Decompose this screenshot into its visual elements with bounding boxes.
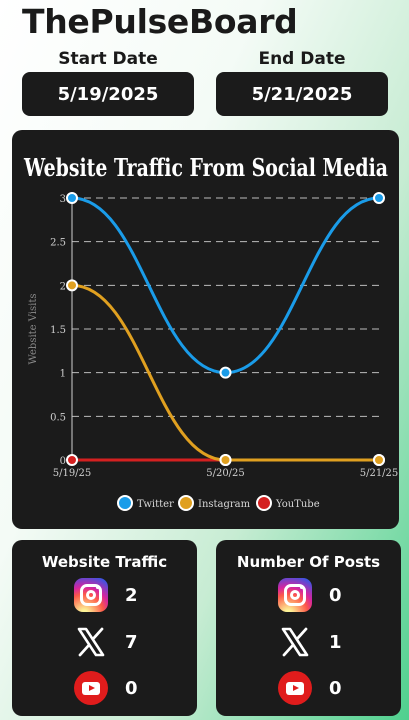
data-point-twitter: [66, 192, 78, 204]
legend-label-instagram: Instagram: [198, 499, 251, 510]
website-traffic-card: Website Traffic 2 7 0: [12, 540, 197, 716]
traffic-row-youtube: 0: [73, 670, 138, 706]
end-date-label: End Date: [258, 49, 346, 69]
posts-row-instagram: 0: [277, 577, 342, 613]
youtube-icon: [73, 670, 109, 706]
y-tick-label: 1.5: [50, 325, 66, 336]
start-date-group: Start Date 5/19/2025: [22, 48, 194, 116]
y-tick-label: 0: [60, 456, 66, 467]
traffic-chart-card: Website Traffic From Social Media 0 0.5 1 1.…: [12, 130, 399, 529]
data-point-youtube: [66, 454, 78, 466]
instagram-icon: [73, 577, 109, 613]
start-date-label: Start Date: [58, 49, 158, 69]
youtube-icon: [277, 670, 313, 706]
traffic-row-instagram: 2: [73, 577, 138, 613]
legend-marker-instagram: [178, 495, 194, 511]
website-traffic-title: Website Traffic: [41, 553, 168, 571]
legend-label-twitter: Twitter: [137, 499, 174, 510]
posts-value-youtube: 0: [329, 677, 342, 699]
series-line-twitter: [71, 196, 380, 375]
y-tick-label: 2.5: [50, 238, 66, 249]
posts-row-youtube: 0: [277, 670, 342, 706]
x-tick-label: 5/21/25: [360, 468, 399, 479]
number-of-posts-card: Number Of Posts 0 1 0: [216, 540, 401, 716]
x-tick-label: 5/19/25: [53, 468, 92, 479]
x-icon: [277, 624, 313, 660]
y-tick-label: 1: [60, 369, 66, 380]
data-point-instagram: [219, 454, 232, 466]
y-axis-label: Website Visits: [28, 294, 39, 365]
traffic-value-youtube: 0: [125, 677, 138, 699]
y-tick-label: 0.5: [50, 412, 66, 423]
posts-value-instagram: 0: [329, 584, 342, 606]
x-icon: [73, 624, 109, 660]
posts-row-x: 1: [277, 624, 342, 660]
data-point-instagram: [66, 279, 78, 292]
number-of-posts-title: Number Of Posts: [236, 553, 381, 571]
traffic-value-instagram: 2: [125, 584, 138, 606]
traffic-row-x: 7: [73, 624, 138, 660]
posts-value-x: 1: [329, 631, 342, 653]
instagram-icon: [277, 577, 313, 613]
x-tick-label: 5/20/25: [206, 468, 245, 479]
end-date-picker[interactable]: 5/21/2025: [216, 72, 388, 116]
legend-label-youtube: YouTube: [275, 499, 320, 510]
traffic-value-x: 7: [125, 631, 138, 653]
y-tick-label: 3: [60, 194, 66, 205]
chart-title: Website Traffic From Social Media: [23, 153, 388, 182]
data-point-instagram: [373, 454, 385, 466]
traffic-line-chart: Website Traffic From Social Media 0 0.5 1 1.…: [23, 153, 399, 511]
data-point-twitter: [373, 192, 385, 204]
legend-marker-twitter: [117, 495, 133, 511]
y-tick-label: 2: [60, 281, 66, 292]
app-title: ThePulseBoard: [22, 2, 298, 41]
end-date-group: End Date 5/21/2025: [216, 48, 388, 116]
data-point-twitter: [219, 366, 232, 379]
start-date-picker[interactable]: 5/19/2025: [22, 72, 194, 116]
legend-marker-youtube: [256, 495, 272, 511]
